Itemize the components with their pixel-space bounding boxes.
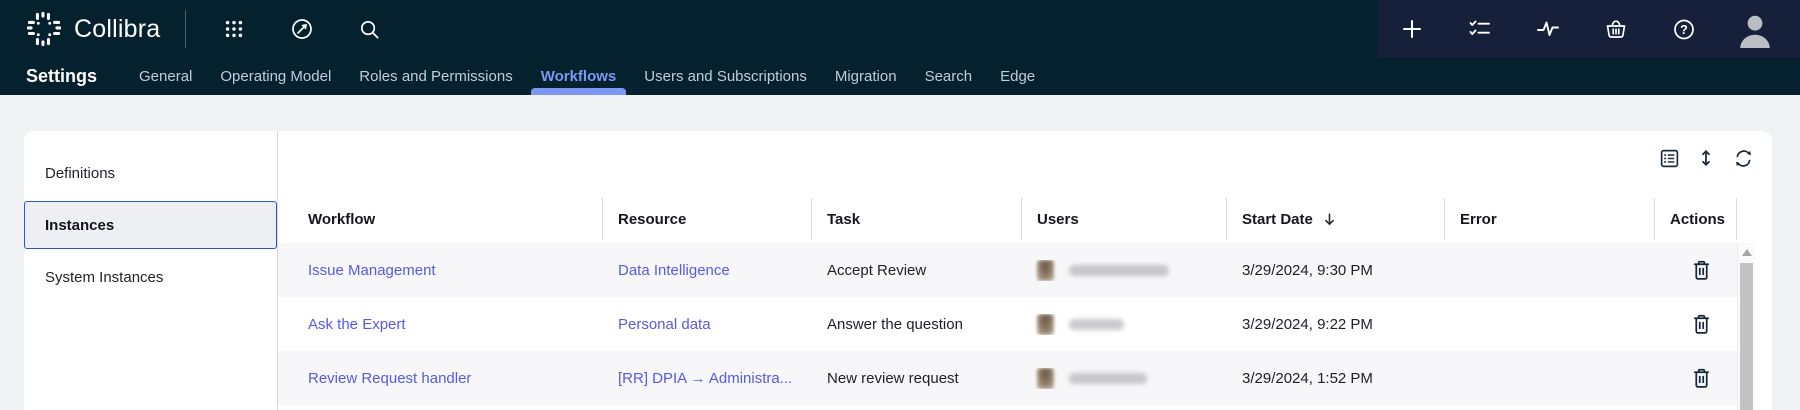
- workflow-cell: Ask the Expert: [278, 316, 603, 333]
- resource-link[interactable]: [RR] DPIA → Administra...: [618, 370, 792, 387]
- trash-icon: [1692, 260, 1711, 281]
- table-toolbar: [1658, 147, 1754, 169]
- workflows-sidebar: Definitions Instances System Instances: [24, 131, 278, 410]
- table-row: Issue Management Data Intelligence Accep…: [278, 243, 1737, 297]
- table-scrollbar[interactable]: [1737, 243, 1755, 410]
- tab-general[interactable]: General: [125, 58, 206, 95]
- resource-link[interactable]: Data Intelligence: [618, 262, 730, 279]
- column-header-resource[interactable]: Resource: [603, 198, 812, 240]
- refresh-icon[interactable]: [1732, 147, 1754, 169]
- brand-row: Collibra: [0, 0, 1377, 58]
- task-cell: New review request: [812, 370, 1022, 387]
- resource-cell: Data Intelligence: [603, 262, 812, 279]
- tab-edge[interactable]: Edge: [986, 58, 1049, 95]
- collibra-logo[interactable]: Collibra: [25, 10, 160, 48]
- tab-users-and-subscriptions[interactable]: Users and Subscriptions: [630, 58, 821, 95]
- basket-icon[interactable]: [1604, 17, 1628, 41]
- column-header-users[interactable]: Users: [1022, 198, 1227, 240]
- tab-workflows[interactable]: Workflows: [527, 58, 631, 95]
- workflow-link[interactable]: Ask the Expert: [308, 316, 406, 333]
- delete-instance-button[interactable]: [1692, 314, 1711, 335]
- column-header-start-date[interactable]: Start Date: [1227, 198, 1445, 240]
- header-divider: [185, 10, 186, 48]
- users-cell: [1022, 368, 1227, 389]
- tab-search[interactable]: Search: [911, 58, 987, 95]
- start-date-cell: 3/29/2024, 1:52 PM: [1227, 370, 1445, 387]
- users-cell: [1022, 260, 1227, 281]
- delete-instance-button[interactable]: [1692, 368, 1711, 389]
- delete-instance-button[interactable]: [1692, 260, 1711, 281]
- page-title: Settings: [26, 66, 97, 87]
- actions-cell: [1655, 314, 1737, 335]
- task-cell: Accept Review: [812, 262, 1022, 279]
- resource-cell: Personal data: [603, 316, 812, 333]
- user-name-blurred: [1069, 373, 1147, 384]
- table-header-row: Workflow Resource Task Users Start Date …: [278, 195, 1737, 243]
- add-icon[interactable]: [1400, 17, 1424, 41]
- activity-icon[interactable]: [1536, 17, 1560, 41]
- compass-icon[interactable]: [290, 17, 314, 41]
- tab-operating-model[interactable]: Operating Model: [206, 58, 345, 95]
- apps-grid-icon[interactable]: [222, 17, 246, 41]
- user-avatar-blurred: [1037, 260, 1054, 281]
- user-avatar[interactable]: [1736, 10, 1774, 48]
- trash-icon: [1692, 368, 1711, 389]
- top-header: Collibra: [0, 0, 1800, 95]
- svg-text:?: ?: [1680, 22, 1688, 36]
- sidebar-item-instances[interactable]: Instances: [24, 201, 277, 249]
- workflow-cell: Issue Management: [278, 262, 603, 279]
- row-height-icon[interactable]: [1695, 147, 1717, 169]
- table-row: Review Request handler [RR] DPIA → Admin…: [278, 351, 1737, 405]
- task-cell: Answer the question: [812, 316, 1022, 333]
- collibra-settings-page: Collibra: [0, 0, 1800, 410]
- content-card: Definitions Instances System Instances: [24, 131, 1772, 410]
- user-name-blurred: [1069, 319, 1124, 330]
- sidebar-item-system-instances[interactable]: System Instances: [24, 253, 277, 301]
- tab-roles-and-permissions[interactable]: Roles and Permissions: [345, 58, 526, 95]
- collibra-logo-icon: [25, 10, 63, 48]
- settings-tab-bar: Settings General Operating Model Roles a…: [0, 58, 1800, 95]
- column-header-error[interactable]: Error: [1445, 198, 1655, 240]
- scrollbar-thumb[interactable]: [1740, 263, 1753, 410]
- workflow-cell: Review Request handler: [278, 370, 603, 387]
- trash-icon: [1692, 314, 1711, 335]
- tasks-checklist-icon[interactable]: [1468, 17, 1492, 41]
- sidebar-item-definitions[interactable]: Definitions: [24, 149, 277, 197]
- resource-cell: [RR] DPIA → Administra...: [603, 370, 812, 387]
- help-icon[interactable]: ?: [1672, 17, 1696, 41]
- resource-link[interactable]: Personal data: [618, 316, 711, 333]
- actions-cell: [1655, 260, 1737, 281]
- column-header-actions: Actions: [1655, 198, 1737, 240]
- user-name-blurred: [1069, 265, 1169, 276]
- user-avatar-blurred: [1037, 368, 1054, 389]
- start-date-cell: 3/29/2024, 9:30 PM: [1227, 262, 1445, 279]
- sort-descending-icon: [1322, 212, 1337, 227]
- actions-cell: [1655, 368, 1737, 389]
- search-icon[interactable]: [357, 17, 381, 41]
- column-header-workflow[interactable]: Workflow: [278, 198, 603, 240]
- brand-name: Collibra: [74, 15, 160, 44]
- header-actions-panel: ?: [1377, 0, 1800, 58]
- table-row: Ask the Expert Personal data Answer the …: [278, 297, 1737, 351]
- user-avatar-blurred: [1037, 314, 1054, 335]
- users-cell: [1022, 314, 1227, 335]
- instances-table: Workflow Resource Task Users Start Date …: [278, 195, 1737, 405]
- start-date-cell: 3/29/2024, 9:22 PM: [1227, 316, 1445, 333]
- scrollbar-up-arrow-icon[interactable]: [1742, 249, 1752, 256]
- list-view-icon[interactable]: [1658, 147, 1680, 169]
- workflow-link[interactable]: Issue Management: [308, 262, 436, 279]
- tab-migration[interactable]: Migration: [821, 58, 911, 95]
- column-header-task[interactable]: Task: [812, 198, 1022, 240]
- workflow-link[interactable]: Review Request handler: [308, 370, 471, 387]
